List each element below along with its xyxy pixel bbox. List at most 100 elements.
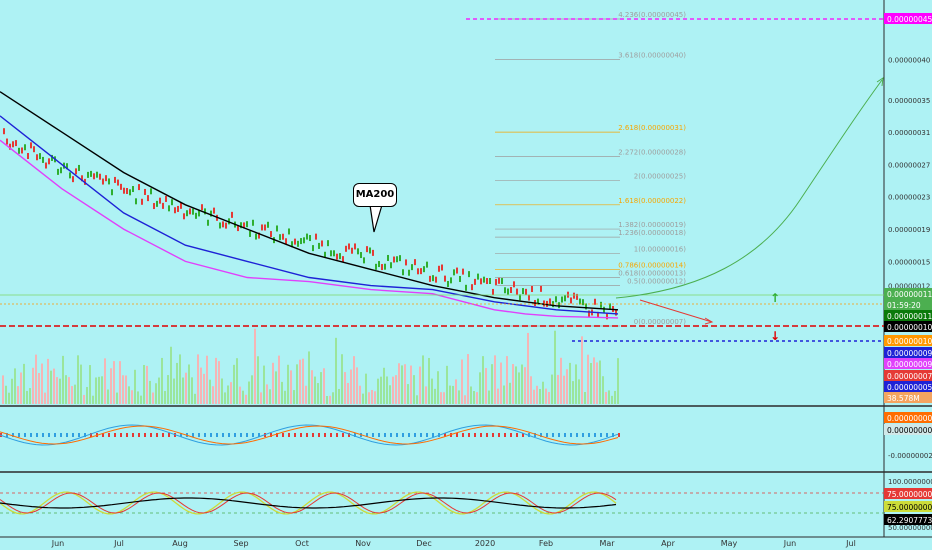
volume-bar bbox=[272, 362, 274, 404]
candle bbox=[261, 224, 263, 231]
candle bbox=[177, 205, 179, 212]
candle bbox=[444, 275, 446, 282]
volume-bar bbox=[455, 379, 457, 404]
volume-bar bbox=[26, 390, 28, 404]
price-chart[interactable]: 4.236(0.00000045) 3.618(0.00000040) 2.618(… bbox=[0, 0, 932, 550]
volume-bar bbox=[161, 357, 163, 404]
candle bbox=[27, 152, 29, 159]
volume-bar bbox=[107, 389, 109, 404]
fib-label: 1.382(0.00000019) bbox=[618, 221, 686, 229]
candle bbox=[510, 287, 512, 294]
volume-bar bbox=[596, 362, 598, 404]
macd-bar bbox=[66, 433, 68, 437]
volume-bar bbox=[89, 365, 91, 404]
volume-bar bbox=[362, 393, 364, 404]
volume-bar bbox=[398, 363, 400, 404]
candle bbox=[12, 141, 14, 148]
candle bbox=[378, 261, 380, 268]
volume-bar bbox=[356, 367, 358, 404]
fib-label: 1(0.00000016) bbox=[634, 245, 686, 253]
x-tick-label: Oct bbox=[295, 539, 309, 548]
candle bbox=[195, 212, 197, 219]
candle bbox=[366, 246, 368, 253]
macd-bar bbox=[162, 433, 164, 437]
volume-bar bbox=[536, 385, 538, 404]
candle bbox=[132, 186, 134, 193]
x-tick-label: May bbox=[721, 539, 738, 548]
down-arrow-icon: ↓ bbox=[770, 329, 780, 343]
volume-bar bbox=[476, 392, 478, 404]
candle bbox=[435, 276, 437, 283]
volume-bar bbox=[227, 385, 229, 404]
candle bbox=[222, 221, 224, 228]
candle bbox=[135, 198, 137, 205]
volume-bar bbox=[113, 361, 115, 404]
volume-bar bbox=[68, 377, 70, 404]
price-badge-label: 0.00000010 bbox=[887, 337, 932, 346]
candle bbox=[348, 243, 350, 250]
volume-bar bbox=[260, 392, 262, 404]
volume-bar bbox=[377, 378, 379, 404]
volume-bar bbox=[602, 376, 604, 404]
volume-bar bbox=[44, 392, 46, 404]
candle bbox=[480, 278, 482, 285]
candle bbox=[573, 292, 575, 299]
volume-bar bbox=[146, 365, 148, 404]
macd-bar bbox=[426, 433, 428, 437]
volume-bar bbox=[119, 361, 121, 404]
macd-bar bbox=[252, 433, 254, 437]
volume-bar bbox=[353, 356, 355, 404]
candle bbox=[564, 295, 566, 302]
volume-bar bbox=[527, 332, 529, 404]
volume-bar bbox=[62, 355, 64, 404]
volume-bar bbox=[317, 383, 319, 404]
volume-bar bbox=[458, 390, 460, 404]
volume-bar bbox=[365, 373, 367, 404]
candle bbox=[531, 286, 533, 293]
volume-bar bbox=[122, 375, 124, 404]
candle bbox=[594, 298, 596, 305]
volume-bar bbox=[326, 395, 328, 404]
volume-bar bbox=[296, 364, 298, 404]
volume-bar bbox=[239, 386, 241, 404]
candle bbox=[405, 259, 407, 266]
candle bbox=[180, 202, 182, 209]
volume-bar bbox=[11, 378, 13, 404]
volume-bar bbox=[293, 390, 295, 404]
macd-bar bbox=[390, 433, 392, 437]
candle bbox=[198, 210, 200, 217]
volume-bar bbox=[617, 358, 619, 404]
stoch-badge-label: 62.29077739 bbox=[887, 516, 932, 525]
volume-bar bbox=[374, 391, 376, 404]
volume-bar bbox=[179, 354, 181, 404]
candle bbox=[558, 302, 560, 309]
candle bbox=[33, 146, 35, 153]
volume-bar bbox=[224, 392, 226, 404]
candle bbox=[213, 207, 215, 214]
candle bbox=[603, 306, 605, 313]
volume-bar bbox=[323, 368, 325, 404]
macd-bar bbox=[126, 433, 128, 437]
macd-bar bbox=[114, 433, 116, 437]
candle bbox=[6, 138, 8, 145]
candle bbox=[504, 287, 506, 294]
volume-bar bbox=[494, 355, 496, 404]
volume-bar bbox=[557, 374, 559, 404]
macd-bar bbox=[396, 433, 398, 437]
macd-bar bbox=[144, 433, 146, 437]
macd-bar bbox=[336, 433, 338, 437]
volume-bar bbox=[173, 378, 175, 404]
volume-bar bbox=[506, 356, 508, 404]
macd-bar bbox=[312, 433, 314, 437]
candle bbox=[129, 189, 131, 196]
candle bbox=[96, 171, 98, 178]
candle bbox=[108, 178, 110, 185]
volume-bar bbox=[17, 386, 19, 404]
volume-bar bbox=[431, 378, 433, 404]
candle bbox=[447, 280, 449, 287]
candle bbox=[117, 179, 119, 186]
candle bbox=[276, 225, 278, 232]
volume-bar bbox=[2, 375, 4, 404]
volume-bar bbox=[74, 384, 76, 404]
x-tick-label: Sep bbox=[233, 539, 248, 548]
